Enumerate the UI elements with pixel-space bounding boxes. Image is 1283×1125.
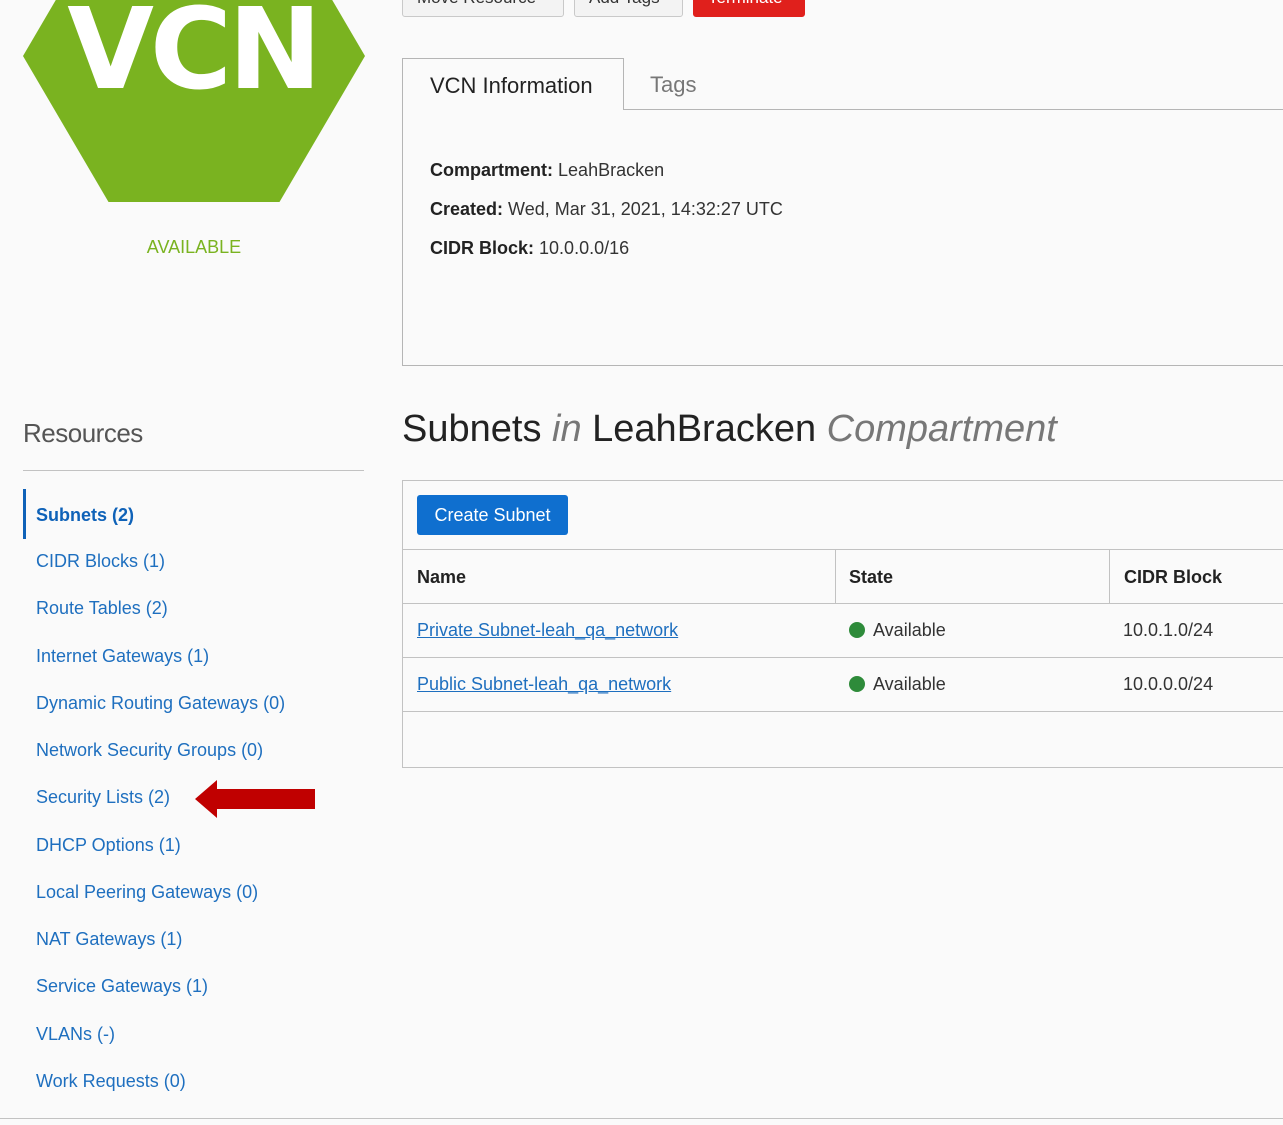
sidebar-item-security-lists[interactable]: Security Lists (2) (36, 787, 170, 808)
sidebar-item-subnets[interactable]: Subnets (2) (36, 505, 134, 526)
table-header-top-border (403, 549, 1283, 550)
page-bottom-divider (0, 1118, 1283, 1119)
column-divider (835, 549, 836, 604)
cidr-value: 10.0.0.0/16 (539, 238, 630, 258)
state-label: Available (873, 620, 946, 640)
created-value: Wed, Mar 31, 2021, 14:32:27 UTC (508, 199, 783, 219)
terminate-button[interactable]: Terminate (693, 0, 805, 17)
state-label: Available (873, 674, 946, 694)
status-dot-icon (849, 622, 865, 638)
table-row-border (403, 657, 1283, 658)
tab-tags[interactable]: Tags (650, 58, 696, 110)
table-row-border (403, 711, 1283, 712)
vcn-icon-label: VCN (67, 0, 322, 115)
sidebar-item-cidr-blocks[interactable]: CIDR Blocks (1) (36, 551, 165, 572)
subnet-state-public: Available (849, 674, 946, 695)
created-label: Created: (430, 199, 504, 219)
resources-divider (23, 470, 364, 471)
sidebar-item-nat-gateways[interactable]: NAT Gateways (1) (36, 929, 182, 950)
subnet-state-private: Available (849, 620, 946, 641)
info-compartment: Compartment: LeahBracken (430, 160, 664, 181)
status-dot-icon (849, 676, 865, 692)
sidebar-item-work-requests[interactable]: Work Requests (0) (36, 1071, 186, 1092)
move-resource-button[interactable]: Move Resource (402, 0, 564, 17)
sidebar-item-internet-gateways[interactable]: Internet Gateways (1) (36, 646, 209, 667)
column-header-cidr-block[interactable]: CIDR Block (1124, 567, 1222, 588)
add-tags-button[interactable]: Add Tags (574, 0, 683, 17)
column-header-state[interactable]: State (849, 567, 893, 588)
red-arrow-icon (195, 780, 315, 818)
subnet-cidr-private: 10.0.1.0/24 (1123, 620, 1214, 640)
sidebar-item-dynamic-routing-gateways[interactable]: Dynamic Routing Gateways (0) (36, 693, 285, 714)
subnet-link-private[interactable]: Private Subnet-leah_qa_network (417, 620, 678, 641)
cidr-label: CIDR Block: (430, 238, 535, 258)
subnet-link-public[interactable]: Public Subnet-leah_qa_network (417, 674, 671, 695)
heading-in: in (552, 408, 582, 450)
tab-vcn-information[interactable]: VCN Information (402, 58, 624, 110)
sidebar-item-service-gateways[interactable]: Service Gateways (1) (36, 976, 208, 997)
heading-compartment-suffix: Compartment (826, 408, 1057, 450)
active-item-indicator (23, 489, 26, 539)
vcn-status: AVAILABLE (146, 237, 242, 257)
sidebar-item-network-security-groups[interactable]: Network Security Groups (0) (36, 740, 263, 761)
compartment-value: LeahBracken (558, 160, 665, 180)
subnet-cidr-public: 10.0.0.0/24 (1123, 674, 1214, 694)
sidebar-item-dhcp-options[interactable]: DHCP Options (1) (36, 835, 181, 856)
info-created: Created: Wed, Mar 31, 2021, 14:32:27 UTC (430, 199, 783, 220)
heading-compartment-name: LeahBracken (592, 408, 817, 450)
create-subnet-button[interactable]: Create Subnet (417, 495, 568, 535)
info-cidr-block: CIDR Block: 10.0.0.0/16 (430, 238, 629, 259)
table-header-bottom-border (403, 603, 1283, 604)
sidebar-item-local-peering-gateways[interactable]: Local Peering Gateways (0) (36, 882, 258, 903)
resources-title: Resources (23, 418, 143, 448)
subnets-heading: Subnets in LeahBracken Compartment (402, 408, 1057, 451)
sidebar-item-vlans[interactable]: VLANs (-) (36, 1024, 115, 1045)
sidebar-item-route-tables[interactable]: Route Tables (2) (36, 598, 168, 619)
column-header-name[interactable]: Name (417, 567, 466, 588)
heading-subnets: Subnets (402, 408, 542, 450)
compartment-label: Compartment: (430, 160, 554, 180)
column-divider (1109, 549, 1110, 604)
